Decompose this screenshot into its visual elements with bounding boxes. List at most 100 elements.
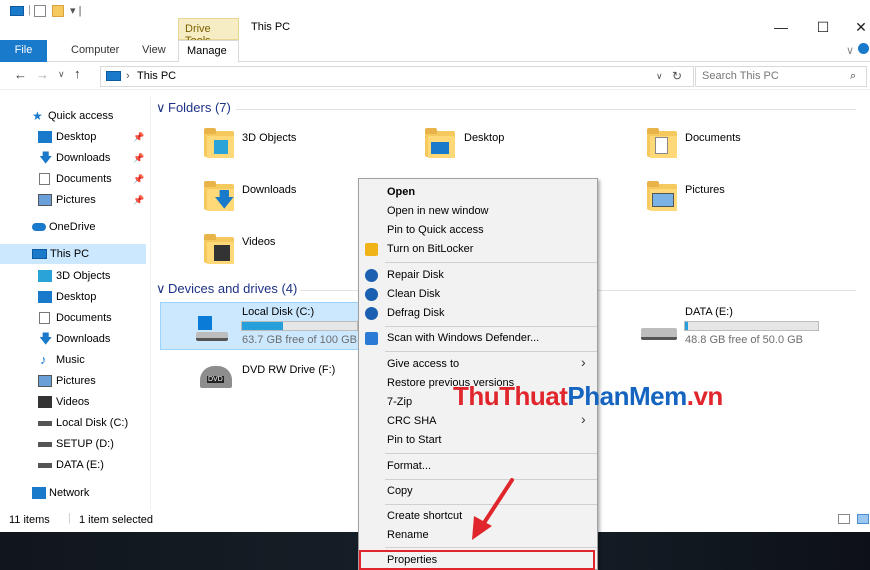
- sidebar-item-network[interactable]: Network: [32, 483, 89, 503]
- folder-3d-objects[interactable]: 3D Objects: [242, 132, 296, 144]
- drive-icon: [641, 328, 677, 340]
- folders-group-header[interactable]: Folders (7): [168, 100, 231, 115]
- menu-item-create-shortcut[interactable]: Create shortcut: [387, 507, 462, 526]
- close-button[interactable]: ✕: [838, 15, 870, 39]
- address-dropdown-chevron-icon[interactable]: ∨: [656, 71, 663, 82]
- sidebar-item-onedrive[interactable]: OneDrive: [32, 217, 95, 237]
- folders-group-chevron-icon[interactable]: ∨: [156, 100, 166, 116]
- menu-item-pin-start[interactable]: Pin to Start: [387, 431, 441, 450]
- desktop-icon: [38, 131, 52, 143]
- sidebar-item-videos[interactable]: Videos: [38, 392, 89, 412]
- menu-item-format[interactable]: Format...: [387, 457, 431, 476]
- help-icon[interactable]: [858, 43, 869, 54]
- sidebar-item-3d-objects[interactable]: 3D Objects: [38, 266, 110, 286]
- submenu-arrow-icon: ›: [581, 354, 586, 370]
- menu-item-clean-disk[interactable]: Clean Disk: [387, 285, 440, 304]
- tab-manage[interactable]: Manage: [178, 40, 239, 63]
- sidebar-item-pictures-pc[interactable]: Pictures: [38, 371, 96, 391]
- sidebar-item-local-disk-c[interactable]: Local Disk (C:): [38, 413, 128, 433]
- menu-item-rename[interactable]: Rename: [387, 526, 429, 545]
- drive-e-name[interactable]: DATA (E:): [685, 306, 733, 318]
- menu-item-open-new-window[interactable]: Open in new window: [387, 202, 489, 221]
- ribbon-tabs: File Computer View Manage ∨: [0, 40, 870, 63]
- ribbon-expand-chevron-icon[interactable]: ∨: [846, 44, 854, 57]
- minimize-button[interactable]: —: [758, 15, 804, 39]
- menu-item-7zip[interactable]: 7-Zip: [387, 393, 412, 412]
- sidebar-item-data-e[interactable]: DATA (E:): [38, 455, 104, 475]
- new-folder-icon[interactable]: [52, 5, 64, 17]
- tab-view[interactable]: View: [142, 44, 166, 56]
- properties-icon[interactable]: [34, 5, 46, 17]
- drives-group-chevron-icon[interactable]: ∨: [156, 281, 166, 297]
- folder-icon[interactable]: [204, 234, 234, 264]
- dvd-drive-icon: DVD: [200, 366, 232, 388]
- refresh-icon[interactable]: ↻: [672, 69, 682, 83]
- breadcrumb-this-pc[interactable]: This PC: [137, 70, 176, 82]
- sidebar-item-desktop-pc[interactable]: Desktop: [38, 287, 96, 307]
- defender-icon: [365, 332, 378, 345]
- menu-item-pin-quick-access[interactable]: Pin to Quick access: [387, 221, 484, 240]
- pin-icon[interactable]: 📌: [133, 127, 144, 147]
- quick-access-toolbar-dropdown-icon[interactable]: ▾ |: [70, 4, 81, 17]
- drive-c-free-space: 63.7 GB free of 100 GB: [242, 334, 357, 346]
- pin-icon[interactable]: 📌: [133, 148, 144, 168]
- menu-item-scan-defender[interactable]: Scan with Windows Defender...: [387, 329, 539, 348]
- search-input[interactable]: Search This PC ⌕: [695, 66, 867, 87]
- folder-desktop[interactable]: Desktop: [464, 132, 504, 144]
- menu-item-copy[interactable]: Copy: [387, 482, 413, 501]
- drive-c-name[interactable]: Local Disk (C:): [242, 306, 314, 318]
- sidebar-item-music[interactable]: ♪ Music: [38, 350, 85, 370]
- tab-file[interactable]: File: [0, 40, 47, 62]
- watermark-logo: ThuThuatPhanMem.vn: [453, 381, 723, 411]
- up-arrow-icon[interactable]: ↑: [74, 66, 81, 81]
- breadcrumb-separator-icon[interactable]: ›: [126, 70, 130, 82]
- menu-item-give-access[interactable]: Give access to: [387, 355, 459, 374]
- large-icons-view-icon[interactable]: [857, 514, 869, 524]
- tab-computer[interactable]: Computer: [71, 44, 119, 56]
- windows-logo-icon: [198, 316, 212, 330]
- search-placeholder: Search This PC: [702, 70, 779, 82]
- menu-item-properties[interactable]: Properties: [387, 551, 437, 570]
- drive-icon: [38, 421, 52, 426]
- sidebar-item-downloads[interactable]: 🡇 Downloads 📌: [38, 148, 144, 168]
- drives-group-header[interactable]: Devices and drives (4): [168, 281, 297, 296]
- folder-icon[interactable]: [647, 181, 677, 211]
- menu-item-crc-sha[interactable]: CRC SHA: [387, 412, 437, 431]
- folder-icon[interactable]: 🡇: [204, 181, 235, 211]
- menu-item-open[interactable]: Open: [387, 183, 415, 202]
- sidebar-item-downloads-pc[interactable]: 🡇 Downloads: [38, 329, 110, 349]
- sidebar-item-documents-pc[interactable]: Documents: [38, 308, 112, 328]
- sidebar-item-pictures[interactable]: Pictures 📌: [38, 190, 144, 210]
- menu-item-bitlocker[interactable]: Turn on BitLocker: [387, 240, 473, 259]
- sidebar-item-quick-access[interactable]: ★ Quick access: [32, 106, 113, 126]
- drive-c-usage-fill: [242, 322, 284, 330]
- folder-downloads[interactable]: Downloads: [242, 184, 296, 196]
- sidebar-item-setup-d[interactable]: SETUP (D:): [38, 434, 114, 454]
- pane-divider[interactable]: [150, 96, 151, 536]
- navigation-bar: ← → ∨ ↑ › This PC ∨ ↻ Search This PC ⌕: [0, 62, 870, 90]
- disk-tool-icon: [365, 269, 378, 282]
- back-arrow-icon[interactable]: ←: [14, 67, 27, 82]
- group-divider: [236, 109, 856, 110]
- folder-pictures[interactable]: Pictures: [685, 184, 725, 196]
- menu-item-defrag-disk[interactable]: Defrag Disk: [387, 304, 444, 323]
- folder-icon[interactable]: [204, 128, 234, 158]
- dvd-badge: DVD: [207, 376, 224, 383]
- forward-arrow-icon[interactable]: →: [36, 67, 49, 82]
- pin-icon[interactable]: 📌: [133, 169, 144, 189]
- folder-videos[interactable]: Videos: [242, 236, 275, 248]
- folder-documents[interactable]: Documents: [685, 132, 741, 144]
- sidebar-item-desktop[interactable]: Desktop 📌: [38, 127, 144, 147]
- menu-item-repair-disk[interactable]: Repair Disk: [387, 266, 444, 285]
- details-view-icon[interactable]: [838, 514, 850, 524]
- folder-icon[interactable]: [425, 128, 455, 158]
- address-bar[interactable]: › This PC ∨ ↻: [100, 66, 694, 87]
- pictures-icon: [38, 375, 52, 387]
- menu-separator: [385, 262, 597, 263]
- pin-icon[interactable]: 📌: [133, 190, 144, 210]
- sidebar-item-this-pc[interactable]: This PC: [32, 244, 89, 264]
- sidebar-item-documents[interactable]: Documents 📌: [38, 169, 144, 189]
- drive-f-name[interactable]: DVD RW Drive (F:): [242, 364, 335, 376]
- recent-locations-chevron-icon[interactable]: ∨: [58, 69, 65, 80]
- folder-icon[interactable]: [647, 128, 677, 158]
